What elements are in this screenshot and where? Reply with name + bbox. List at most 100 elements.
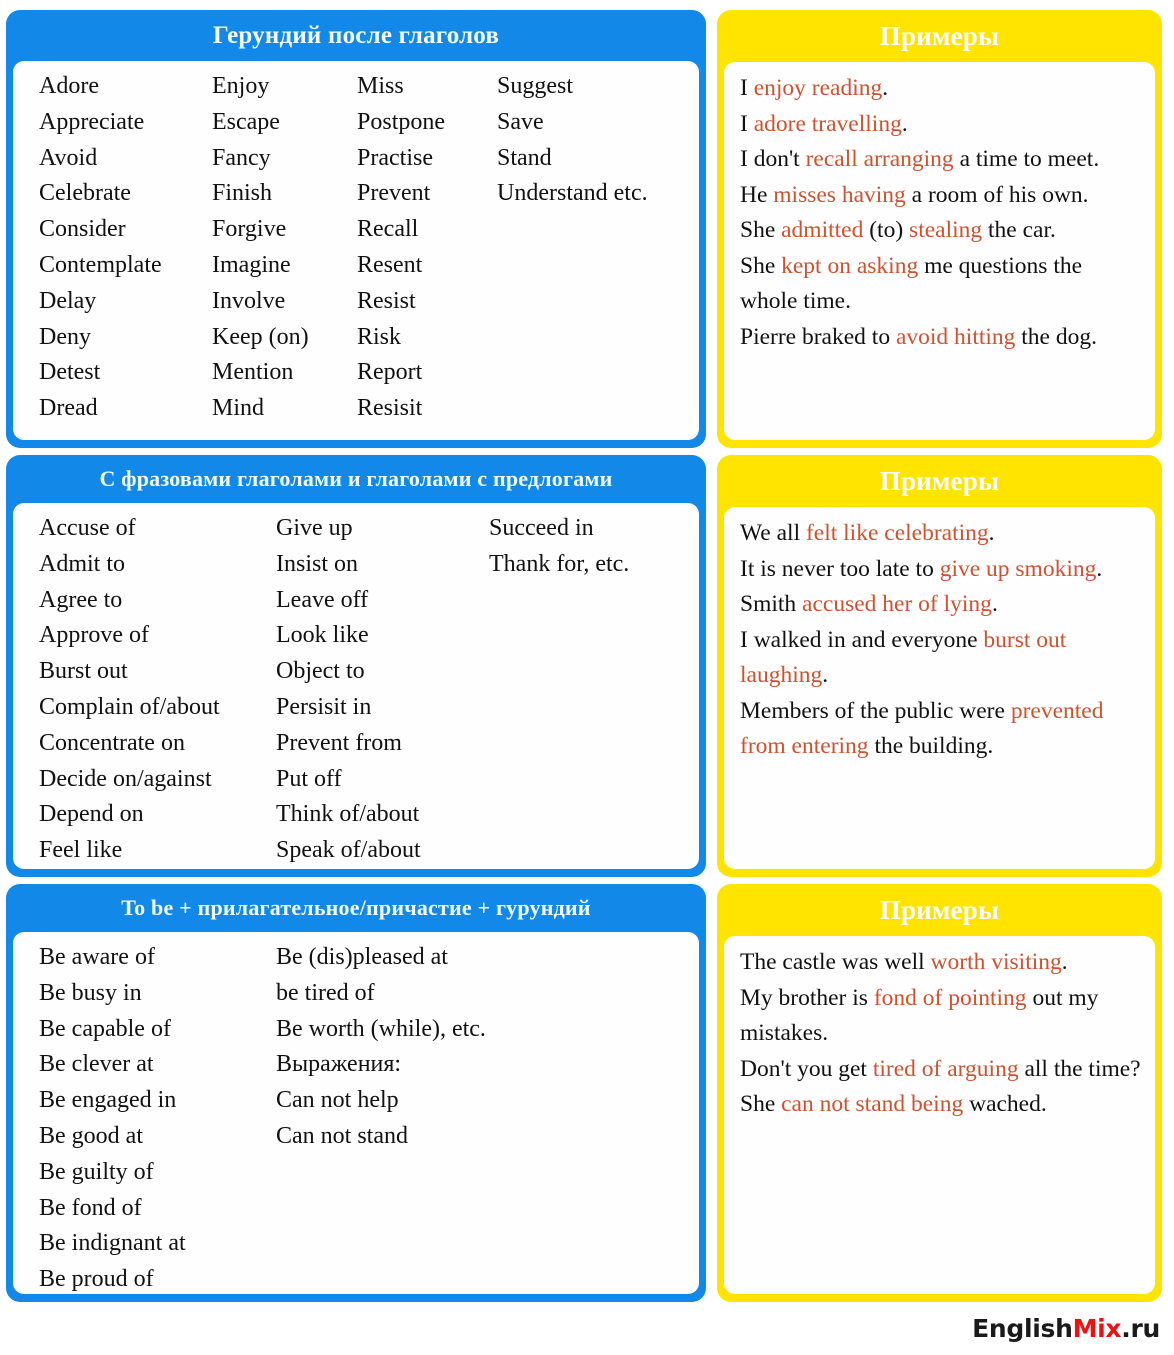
word-item: Mind (212, 395, 265, 422)
word-item: Be guilty of (39, 1158, 154, 1185)
word-item: Imagine (212, 251, 291, 278)
highlighted-gerund: give up smoking (939, 555, 1097, 582)
word-item: Burst out (39, 658, 128, 685)
example-sentence: The castle was well worth visiting. (740, 945, 1145, 981)
word-item: Speak of/about (276, 837, 421, 864)
word-item: Feel like (39, 837, 123, 864)
word-item: Be indignant at (39, 1230, 186, 1257)
word-item: Involve (212, 287, 286, 314)
panel-body-examples-verbs: I enjoy reading. I adore travelling. I don… (724, 62, 1155, 440)
sentence-text: a room of his own. (905, 181, 1089, 208)
sentence-text: I don't (740, 146, 806, 172)
word-item: Resist (357, 287, 416, 314)
sentence-text: I (740, 110, 754, 137)
word-item: Be proud of (39, 1266, 154, 1293)
sentence-text: a time to meet. (953, 146, 1100, 172)
highlighted-gerund: fond of pointing (873, 984, 1027, 1011)
word-item: Postpone (357, 108, 446, 135)
panel-body-phrasal: Accuse of Admit to Agree to Approve of Burst… (13, 503, 699, 869)
sentence-text: He (740, 181, 774, 208)
example-sentence: She kept on asking me questions the whol… (740, 249, 1145, 320)
word-item: Dread (39, 395, 98, 422)
infographic-sheet: Герундий после глаголов Adore Appreciate A… (0, 0, 1174, 1355)
sentence-text: We all (740, 520, 806, 546)
highlighted-gerund: adore travelling (753, 110, 902, 137)
examples-list-verbs: I enjoy reading. I adore travelling. I don… (724, 62, 1155, 363)
word-item: Stand (497, 144, 552, 171)
sentence-text: the dog. (1015, 323, 1097, 350)
example-sentence: My brother is fond of pointing out my mi… (740, 981, 1145, 1052)
word-item: Deny (39, 323, 91, 350)
example-sentence: It is never too late to give up smoking. (740, 552, 1145, 588)
word-item: Fancy (212, 144, 271, 171)
word-item: Be aware of (39, 944, 155, 970)
word-item: Insist on (276, 550, 359, 577)
panel-body-tobe: Be aware of Be busy in Be capable of Be cle… (13, 932, 699, 1294)
word-item: Enjoy (212, 73, 270, 99)
panel-examples-tobe: Примеры The castle was well worth visiti… (717, 884, 1162, 1302)
word-columns-tobe: Be aware of Be busy in Be capable of Be cle… (13, 932, 699, 1294)
word-item: Report (357, 359, 423, 386)
panel-title-examples-phrasal: Примеры (879, 466, 1000, 496)
panel-phrasal-verbs: С фразовами глаголами и глаголами с пред… (6, 455, 706, 877)
word-column: Adore Appreciate Avoid Celebrate Consider Con… (39, 69, 162, 427)
word-column: Suggest Save Stand Understand etc. (497, 69, 648, 212)
highlighted-gerund: can not stand being (781, 1091, 964, 1117)
word-item: Be capable of (39, 1015, 171, 1042)
panel-body-examples-phrasal: We all felt like celebrating. It is never… (724, 507, 1155, 869)
word-item: Think of/about (276, 801, 420, 828)
panel-examples-verbs: Примеры I enjoy reading. I adore travelli… (717, 10, 1162, 448)
word-item: Adore (39, 73, 99, 99)
word-item: Save (497, 108, 544, 135)
sentence-text: the building. (868, 733, 994, 759)
logo-part-mix: Mix (1072, 1314, 1122, 1343)
example-sentence: Pierre braked to avoid hitting the dog. (740, 320, 1145, 356)
word-column: Enjoy Escape Fancy Finish Forgive Imagine Invo… (212, 69, 309, 427)
sentence-text: all the time? (1018, 1055, 1141, 1082)
word-item: be tired of (276, 979, 375, 1006)
word-column: Succeed in Thank for, etc. (489, 511, 629, 583)
highlighted-gerund: kept on asking (781, 252, 919, 279)
sentence-text: the car. (982, 217, 1056, 243)
panel-gerund-after-verbs: Герундий после глаголов Adore Appreciate A… (6, 10, 706, 448)
sentence-text: I walked in and everyone (740, 626, 984, 653)
panel-examples-phrasal: Примеры We all felt like celebrating. It … (717, 455, 1162, 877)
word-item: Resisit (357, 395, 423, 422)
word-item: Leave off (276, 586, 369, 613)
highlighted-gerund: avoid hitting (895, 323, 1016, 350)
sentence-text: She (740, 217, 782, 243)
sentence-text: Members of the public were (740, 697, 1011, 724)
word-item: Recall (357, 216, 419, 243)
sentence-text: It is never too late to (740, 555, 940, 582)
word-columns-phrasal: Accuse of Admit to Agree to Approve of Burst… (13, 503, 699, 869)
example-sentence: She can not stand being wached. (740, 1087, 1145, 1123)
highlighted-gerund: recall arranging (805, 146, 954, 172)
sentence-text: The castle was well (740, 949, 931, 975)
word-item: Thank for, etc. (489, 550, 630, 577)
row-tobe: To be + прилагательное/причастие + гурун… (6, 884, 1168, 1302)
logo-part-tld: .ru (1121, 1314, 1160, 1343)
word-item: Contemplate (39, 251, 162, 278)
panel-title-examples-tobe: Примеры (879, 895, 1000, 925)
word-item: Complain of/about (39, 693, 220, 720)
word-item: Can not stand (276, 1122, 408, 1149)
word-item: Resent (357, 251, 423, 278)
highlighted-gerund: tired of arguing (872, 1055, 1019, 1082)
highlighted-gerund: stealing (909, 217, 983, 243)
example-sentence: I enjoy reading. (740, 71, 1145, 107)
row-phrasal: С фразовами глаголами и глаголами с пред… (6, 455, 1168, 877)
row-verbs: Герундий после глаголов Adore Appreciate A… (6, 10, 1168, 448)
word-item: Practise (357, 144, 433, 171)
word-column: Be (dis)pleased at be tired of Be worth (w… (276, 940, 486, 1155)
highlighted-gerund: worth visiting (930, 949, 1062, 975)
word-item: Be engaged in (39, 1087, 177, 1114)
word-item: Forgive (212, 216, 287, 243)
sentence-text: Don't you get (740, 1055, 873, 1082)
example-sentence: Members of the public were prevented fro… (740, 694, 1145, 765)
example-sentence: I adore travelling. (740, 107, 1145, 143)
sentence-text: I (740, 75, 754, 101)
sentence-text: . (988, 520, 995, 546)
word-item: Depend on (39, 801, 144, 828)
example-sentence: I walked in and everyone burst out laugh… (740, 623, 1145, 694)
highlighted-gerund: admitted (781, 217, 864, 243)
